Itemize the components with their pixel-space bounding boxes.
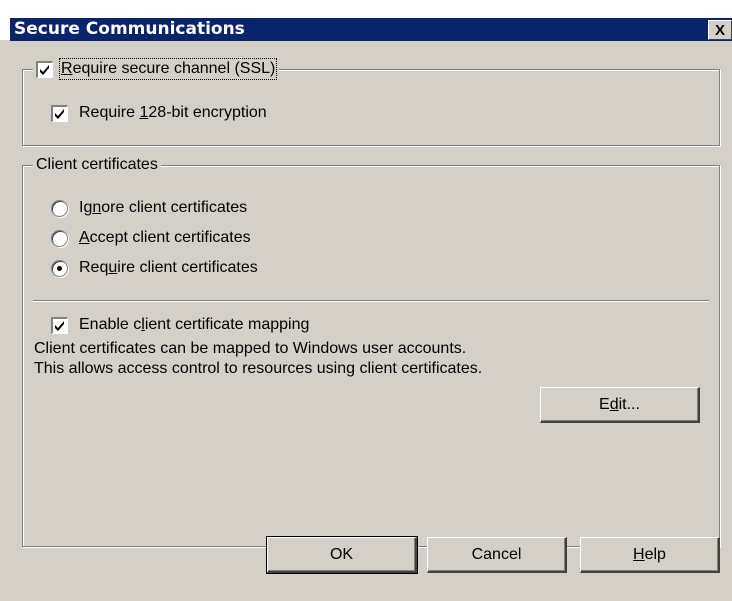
require-128bit-checkbox[interactable]: [51, 104, 68, 122]
ssl-group: Require secure channel (SSL) Require 128…: [22, 58, 720, 146]
radio-accept-row[interactable]: Accept client certificates: [51, 227, 251, 249]
help-button-label: Help: [633, 545, 666, 563]
window-title: Secure Communications: [14, 19, 245, 39]
require-128bit-label: Require 128-bit encryption: [79, 104, 267, 121]
checkmark-icon: [55, 320, 64, 331]
checkmark-icon: [55, 108, 64, 119]
radio-accept-label: Accept client certificates: [79, 229, 251, 246]
enable-mapping-checkbox-row[interactable]: Enable client certificate mapping: [51, 314, 309, 336]
radio-require[interactable]: [51, 259, 68, 277]
ok-button[interactable]: OK: [266, 536, 418, 574]
ok-button-label: OK: [329, 545, 354, 563]
cancel-button-label: Cancel: [471, 545, 522, 563]
close-button[interactable]: X: [708, 20, 732, 40]
cancel-button[interactable]: Cancel: [427, 537, 567, 573]
edit-button[interactable]: Edit...: [540, 387, 700, 423]
radio-ignore-label: Ignore client certificates: [79, 199, 248, 216]
require-ssl-checkbox[interactable]: [36, 60, 53, 78]
radio-require-row[interactable]: Require client certificates: [51, 257, 258, 279]
require-ssl-checkbox-row[interactable]: Require secure channel (SSL): [33, 58, 280, 80]
require-128bit-checkbox-row[interactable]: Require 128-bit encryption: [51, 102, 267, 124]
title-bar-area: Secure Communications X: [0, 0, 732, 41]
close-icon: X: [714, 21, 725, 39]
radio-accept[interactable]: [51, 229, 68, 247]
edit-button-label: Edit...: [599, 395, 640, 413]
require-ssl-label: Require secure channel (SSL): [58, 58, 278, 80]
radio-ignore[interactable]: [51, 199, 68, 217]
checkmark-icon: [40, 64, 49, 75]
radio-ignore-row[interactable]: Ignore client certificates: [51, 197, 247, 219]
section-divider: [33, 300, 709, 302]
radio-require-label: Require client certificates: [79, 259, 258, 276]
enable-mapping-label: Enable client certificate mapping: [79, 316, 310, 333]
client-certificates-legend: Client certificates: [33, 155, 161, 175]
enable-mapping-checkbox[interactable]: [51, 316, 68, 334]
help-button[interactable]: Help: [580, 537, 720, 573]
mapping-description: Client certificates can be mapped to Win…: [34, 340, 483, 377]
